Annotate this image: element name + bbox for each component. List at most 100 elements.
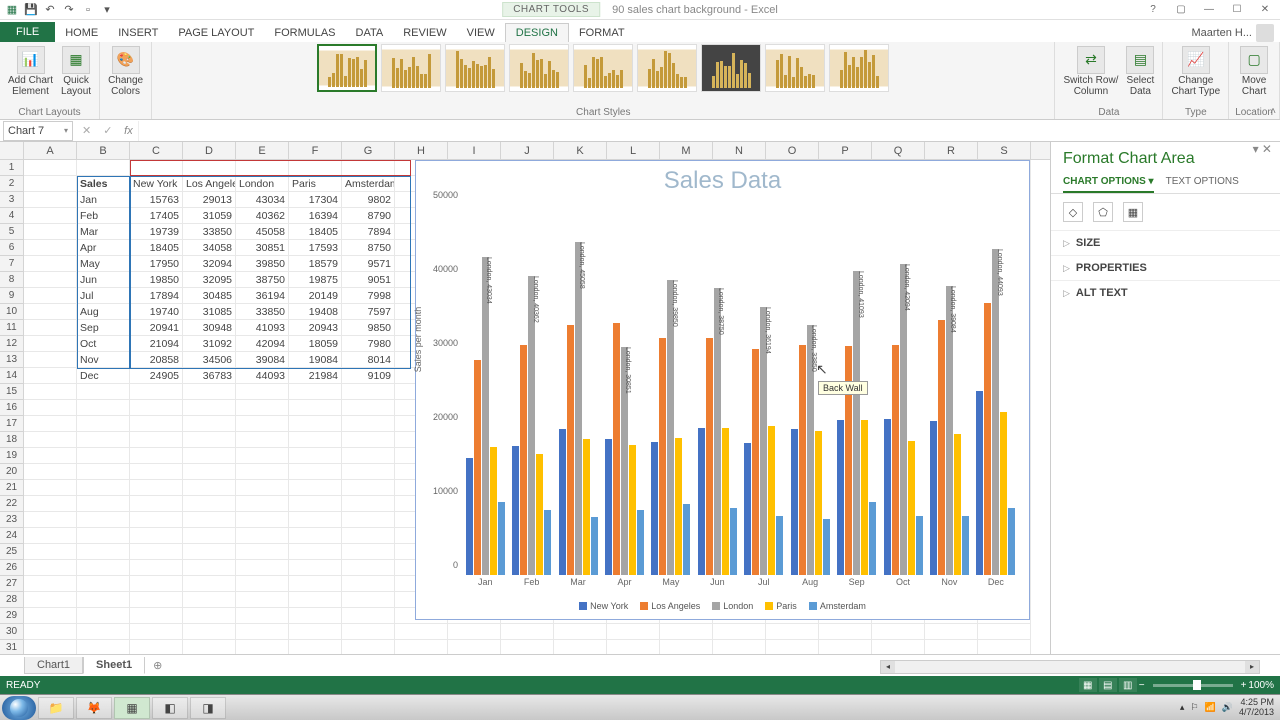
cell[interactable]: 18579	[289, 256, 342, 272]
bar[interactable]	[768, 426, 775, 575]
bar[interactable]	[823, 519, 830, 575]
column-header[interactable]: L	[607, 142, 660, 159]
ribbon-tab-data[interactable]: DATA	[346, 24, 394, 42]
cell[interactable]	[24, 432, 77, 448]
bar[interactable]	[637, 510, 644, 575]
column-header[interactable]: B	[77, 142, 130, 159]
cell[interactable]	[130, 496, 183, 512]
row-header[interactable]: 13	[0, 352, 24, 368]
cell[interactable]: 31085	[183, 304, 236, 320]
cell[interactable]	[236, 384, 289, 400]
bar[interactable]	[776, 516, 783, 575]
column-header[interactable]: A	[24, 142, 77, 159]
row-header[interactable]: 2	[0, 176, 24, 192]
bar[interactable]: London, 44093	[992, 249, 999, 575]
cell[interactable]: 19739	[130, 224, 183, 240]
row-header[interactable]: 14	[0, 368, 24, 384]
cell[interactable]	[342, 480, 395, 496]
column-header[interactable]: M	[660, 142, 713, 159]
cell[interactable]	[24, 368, 77, 384]
cell[interactable]	[236, 576, 289, 592]
cell[interactable]: 31092	[183, 336, 236, 352]
bar[interactable]	[536, 454, 543, 575]
cell[interactable]	[183, 528, 236, 544]
bar[interactable]	[490, 447, 497, 575]
cell[interactable]	[24, 624, 77, 640]
cell[interactable]	[660, 640, 713, 654]
cell[interactable]: 7597	[342, 304, 395, 320]
cell[interactable]: 20943	[289, 320, 342, 336]
bar-group[interactable]: London, 39084	[926, 205, 972, 575]
bar[interactable]	[954, 434, 961, 575]
bar[interactable]	[698, 428, 705, 575]
cell[interactable]: Jan	[77, 192, 130, 208]
cell[interactable]	[77, 416, 130, 432]
bar[interactable]	[559, 429, 566, 575]
cell[interactable]: 16394	[289, 208, 342, 224]
cell[interactable]	[183, 432, 236, 448]
name-box[interactable]: Chart 7▾	[3, 121, 73, 141]
legend-item[interactable]: Los Angeles	[640, 601, 700, 611]
cell[interactable]	[183, 592, 236, 608]
cell[interactable]	[77, 512, 130, 528]
chart-style-thumb[interactable]	[829, 44, 889, 92]
cell[interactable]	[130, 416, 183, 432]
ribbon-tab-insert[interactable]: INSERT	[108, 24, 168, 42]
zoom-out-icon[interactable]: −	[1139, 680, 1145, 691]
bar[interactable]	[938, 320, 945, 575]
cell[interactable]	[236, 560, 289, 576]
page-layout-view-icon[interactable]: ▤	[1099, 678, 1117, 692]
row-header[interactable]: 30	[0, 624, 24, 640]
fx-icon[interactable]: fx	[118, 125, 138, 137]
bar[interactable]	[512, 446, 519, 575]
cell[interactable]: 17405	[130, 208, 183, 224]
bar-group[interactable]: London, 43034	[462, 205, 508, 575]
bar[interactable]	[930, 421, 937, 575]
bar[interactable]	[976, 391, 983, 575]
cell[interactable]	[289, 512, 342, 528]
cell[interactable]	[24, 576, 77, 592]
cell[interactable]	[342, 432, 395, 448]
cell[interactable]: 24905	[130, 368, 183, 384]
sheet-tab[interactable]: Sheet1	[83, 657, 145, 674]
bar[interactable]	[1000, 412, 1007, 575]
column-header[interactable]: Q	[872, 142, 925, 159]
row-header[interactable]: 29	[0, 608, 24, 624]
cell[interactable]	[77, 528, 130, 544]
add-sheet-button[interactable]: ⊕	[145, 657, 170, 674]
cell[interactable]	[130, 624, 183, 640]
cell[interactable]	[183, 496, 236, 512]
cell[interactable]	[236, 448, 289, 464]
bar[interactable]	[651, 442, 658, 575]
cell[interactable]	[342, 512, 395, 528]
cell[interactable]: 41093	[236, 320, 289, 336]
maximize-icon[interactable]: ☐	[1226, 2, 1248, 18]
cell[interactable]	[77, 608, 130, 624]
ribbon-tab-formulas[interactable]: FORMULAS	[264, 24, 345, 42]
bar-group[interactable]: London, 39850	[648, 205, 694, 575]
text-options-tab[interactable]: TEXT OPTIONS	[1166, 172, 1239, 193]
help-icon[interactable]: ?	[1142, 2, 1164, 18]
cell[interactable]	[236, 160, 289, 176]
column-header[interactable]: E	[236, 142, 289, 159]
cell[interactable]	[236, 400, 289, 416]
cell[interactable]: 36783	[183, 368, 236, 384]
row-header[interactable]: 1	[0, 160, 24, 176]
switch-row-column-button[interactable]: ⇄Switch Row/ Column	[1061, 44, 1120, 99]
cell[interactable]	[77, 448, 130, 464]
cell[interactable]	[77, 576, 130, 592]
cell[interactable]	[77, 384, 130, 400]
cell[interactable]	[130, 544, 183, 560]
tray-network-icon[interactable]: 📶	[1205, 702, 1216, 713]
cell[interactable]	[978, 640, 1031, 654]
row-header[interactable]: 3	[0, 192, 24, 208]
cell[interactable]: 19875	[289, 272, 342, 288]
cell[interactable]	[24, 288, 77, 304]
column-header[interactable]: H	[395, 142, 448, 159]
row-header[interactable]: 27	[0, 576, 24, 592]
cell[interactable]: Aug	[77, 304, 130, 320]
app-taskbar-icon[interactable]: ◧	[152, 697, 188, 719]
change-colors-button[interactable]: 🎨Change Colors	[106, 44, 145, 99]
normal-view-icon[interactable]: ▦	[1079, 678, 1097, 692]
cell[interactable]	[289, 480, 342, 496]
